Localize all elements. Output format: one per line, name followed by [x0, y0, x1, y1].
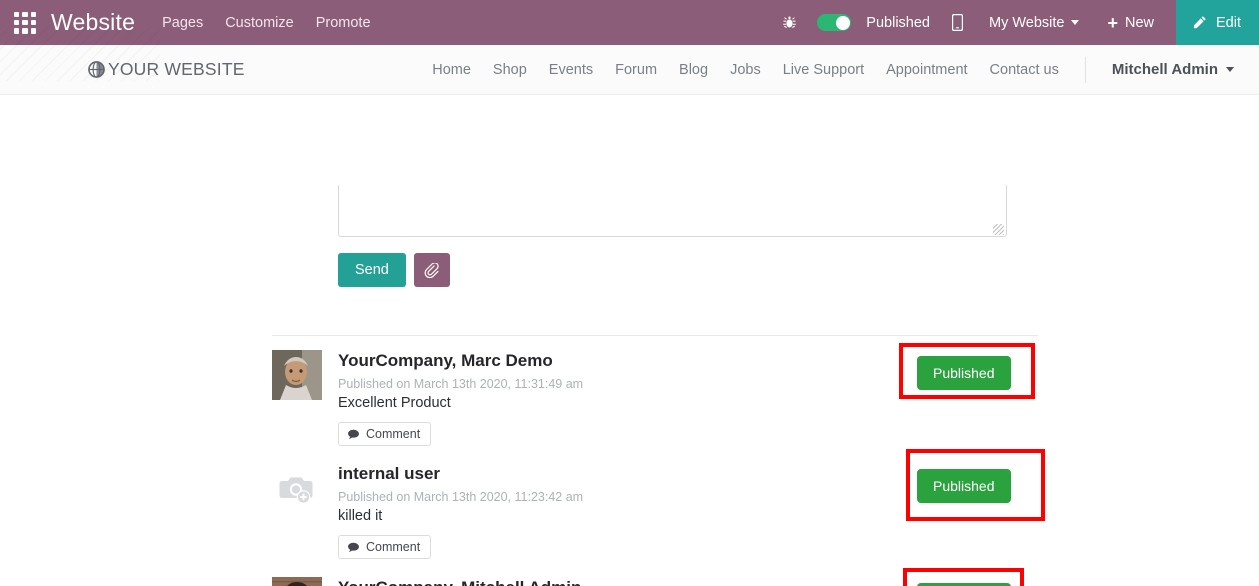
- textarea-resize-handle[interactable]: [993, 224, 1004, 235]
- published-status-button[interactable]: Published: [917, 469, 1011, 503]
- nav-contact-us[interactable]: Contact us: [990, 62, 1059, 78]
- pencil-icon: [1192, 15, 1207, 30]
- menu-customize[interactable]: Customize: [225, 15, 294, 31]
- reply-actions: Send: [338, 253, 450, 287]
- comment-bubble-icon: [348, 542, 359, 552]
- nav-blog[interactable]: Blog: [679, 62, 708, 78]
- post-text: killed it: [338, 508, 383, 525]
- odoo-system-topbar: Website Pages Customize Promote Publishe: [0, 0, 1259, 45]
- nav-home[interactable]: Home: [432, 62, 471, 78]
- comment-button[interactable]: Comment: [338, 535, 432, 560]
- user-menu-label: Mitchell Admin: [1111, 61, 1218, 78]
- comment-button-label: Comment: [366, 540, 421, 555]
- attach-file-button[interactable]: [413, 253, 450, 287]
- page-content: Send YourCompany, Marc Demo Published on…: [0, 95, 1259, 586]
- send-button[interactable]: Send: [338, 253, 406, 287]
- nav-forum[interactable]: Forum: [615, 62, 657, 78]
- edit-button-label: Edit: [1216, 14, 1241, 31]
- new-button[interactable]: + New: [1107, 14, 1154, 32]
- bug-icon[interactable]: [782, 15, 797, 30]
- app-brand-website[interactable]: Website: [51, 9, 135, 36]
- nav-jobs[interactable]: Jobs: [730, 62, 761, 78]
- paperclip-icon: [424, 262, 440, 278]
- comment-button-label: Comment: [366, 427, 421, 442]
- post-text: Excellent Product: [338, 395, 451, 412]
- comment-bubble-icon: [348, 429, 359, 439]
- mobile-preview-icon[interactable]: [951, 14, 963, 31]
- site-logo-text: YOUR WEBSITE: [108, 59, 245, 79]
- nav-appointment[interactable]: Appointment: [886, 62, 967, 78]
- published-status-button[interactable]: Published: [917, 356, 1011, 390]
- section-divider: [272, 335, 1038, 336]
- publish-toggle-switch[interactable]: [817, 14, 852, 31]
- publish-toggle-label: Published: [866, 14, 930, 31]
- website-header: YOUR WEBSITE Home Shop Events Forum Blog…: [0, 27, 1259, 95]
- plus-icon: +: [1107, 12, 1118, 33]
- website-selector-label: My Website: [988, 14, 1065, 31]
- globe-icon: [88, 61, 105, 78]
- website-selector[interactable]: My Website: [988, 14, 1080, 31]
- new-button-label: New: [1124, 14, 1154, 31]
- chevron-down-icon: [1071, 20, 1080, 25]
- nav-shop[interactable]: Shop: [493, 62, 527, 78]
- nav-events[interactable]: Events: [549, 62, 593, 78]
- system-right-tools: Published My Website + New Edit: [782, 0, 1259, 45]
- apps-grid-icon[interactable]: [11, 9, 39, 37]
- system-menu: Pages Customize Promote: [162, 15, 370, 31]
- avatar: [272, 463, 322, 513]
- edit-button[interactable]: Edit: [1176, 0, 1259, 45]
- website-nav: Home Shop Events Forum Blog Jobs Live Su…: [432, 56, 1259, 83]
- publish-toggle[interactable]: [817, 14, 852, 31]
- site-logo[interactable]: YOUR WEBSITE: [88, 59, 245, 80]
- avatar: [272, 577, 322, 586]
- menu-promote[interactable]: Promote: [316, 15, 371, 31]
- comment-button[interactable]: Comment: [338, 422, 432, 447]
- camera-placeholder-icon: [272, 463, 322, 513]
- nav-live-support[interactable]: Live Support: [783, 62, 864, 78]
- chevron-down-icon: [1226, 67, 1234, 72]
- nav-divider: [1084, 56, 1086, 83]
- menu-pages[interactable]: Pages: [162, 15, 203, 31]
- user-menu[interactable]: Mitchell Admin: [1112, 61, 1234, 78]
- message-textarea[interactable]: [338, 185, 1007, 237]
- avatar: [272, 350, 322, 400]
